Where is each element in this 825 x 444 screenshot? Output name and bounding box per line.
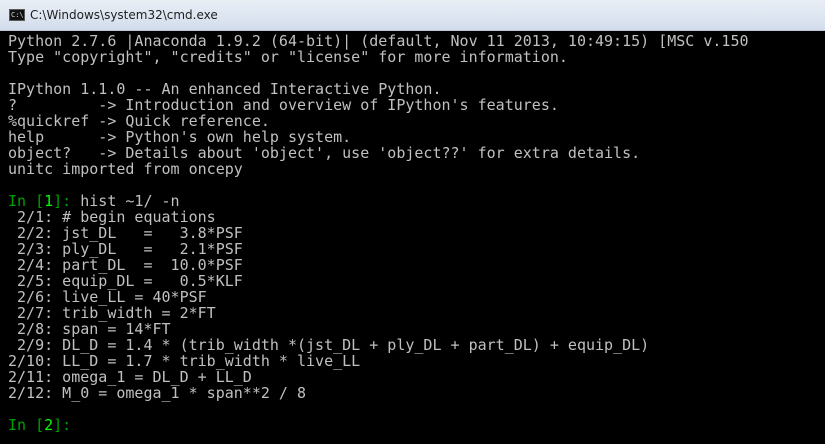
banner-line: IPython 1.1.0 -- An enhanced Interactive… [8,80,442,98]
banner-line: Python 2.7.6 |Anaconda 1.9.2 (64-bit)| (… [8,33,749,50]
input-prompt-2[interactable]: In [2]: [8,417,825,433]
cmd-window: C:\ C:\Windows\system32\cmd.exe Python 2… [0,0,825,444]
banner-line: object? -> Details about 'object', use '… [8,144,641,162]
history-line: 2/7: trib_width = 2*FT [8,304,216,322]
cmd-icon: C:\ [9,9,25,21]
history-line: 2/12: M_0 = omega_1 * span**2 / 8 [8,384,307,402]
banner-line: help -> Python's own help system. [8,128,352,146]
history-line: 2/2: jst_DL = 3.8*PSF [8,224,243,242]
history-line: 2/4: part_DL = 10.0*PSF [8,256,243,274]
history-line: 2/8: span = 14*FT [8,320,171,338]
console-output[interactable]: Python 2.7.6 |Anaconda 1.9.2 (64-bit)| (… [8,33,825,444]
banner-line [8,177,825,193]
banner-line: ? -> Introduction and overview of IPytho… [8,96,559,114]
banner-line: %quickref -> Quick reference. [8,112,270,130]
history-line: 2/11: omega_1 = DL_D + LL_D [8,368,252,386]
banner-line: unitc imported from oncepy [8,160,243,178]
history-line: 2/9: DL_D = 1.4 * (trib_width *(jst_DL +… [8,336,650,354]
history-line: 2/3: ply_DL = 2.1*PSF [8,240,243,258]
history-line: 2/10: LL_D = 1.7 * trib_width * live_LL [8,352,361,370]
prompt-number: 2 [44,416,54,434]
input-prompt-1: In [1]: hist ~1/ -n [8,193,825,209]
history-line: 2/6: live_LL = 40*PSF [8,288,207,306]
window-title: C:\Windows\system32\cmd.exe [30,8,218,22]
title-bar[interactable]: C:\ C:\Windows\system32\cmd.exe [0,0,825,31]
prompt-suffix: ]: [53,416,81,434]
history-line: 2/5: equip_DL = 0.5*KLF [8,272,243,290]
banner-line: Type "copyright", "credits" or "license"… [8,48,568,66]
history-line: 2/1: # begin equations [8,208,216,226]
prompt-prefix: In [ [8,416,45,434]
banner-line [8,65,825,81]
